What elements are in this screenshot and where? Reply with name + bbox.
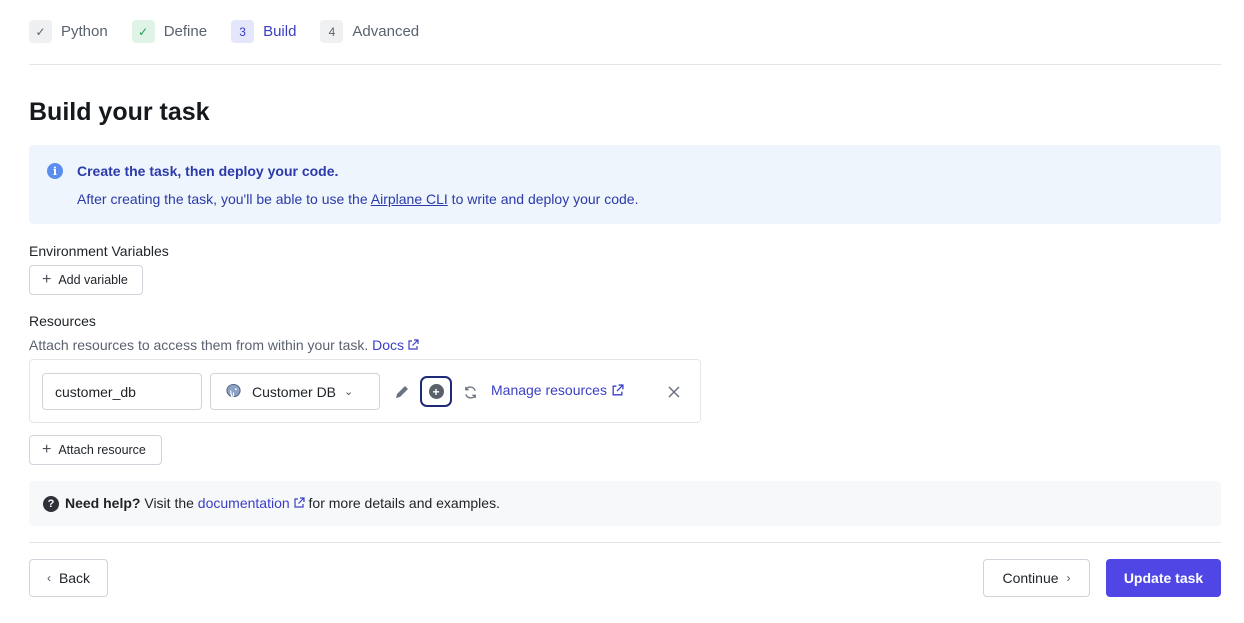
plus-circle-icon: +: [428, 384, 444, 399]
edit-icon[interactable]: [392, 382, 412, 402]
documentation-label: documentation: [197, 495, 290, 511]
airplane-cli-link[interactable]: Airplane CLI: [371, 191, 448, 207]
info-banner: i Create the task, then deploy your code…: [29, 145, 1221, 224]
add-variable-button[interactable]: + Add variable: [29, 265, 143, 295]
resources-label: Resources: [29, 313, 96, 329]
divider: [29, 64, 1221, 65]
check-icon: ✓: [131, 20, 155, 43]
documentation-link[interactable]: documentation: [198, 495, 305, 511]
continue-button[interactable]: Continue ›: [983, 559, 1090, 597]
update-task-label: Update task: [1123, 570, 1204, 586]
banner-title: Create the task, then deploy your code.: [77, 163, 339, 179]
resources-subtext: Attach resources to access them from wit…: [29, 337, 419, 353]
docs-label: Docs: [372, 337, 405, 353]
stepper: ✓ Python ✓ Define 3 Build 4 Advanced: [29, 20, 443, 43]
attach-resource-button[interactable]: + Attach resource: [29, 435, 162, 465]
page-title: Build your task: [29, 98, 210, 126]
resources-description: Attach resources to access them from wit…: [29, 337, 369, 353]
update-task-button[interactable]: Update task: [1106, 559, 1221, 597]
step-advanced[interactable]: 4 Advanced: [320, 20, 419, 43]
chevron-right-icon: ›: [1066, 571, 1071, 585]
step-label: Build: [263, 23, 297, 40]
add-variable-label: Add variable: [58, 273, 128, 287]
add-resource-icon[interactable]: +: [420, 376, 452, 407]
remove-resource-icon[interactable]: [664, 382, 684, 402]
check-icon: ✓: [29, 20, 52, 43]
divider: [29, 542, 1221, 543]
external-link-icon: [612, 383, 624, 395]
env-vars-label: Environment Variables: [29, 243, 169, 259]
resource-select[interactable]: Customer DB ⌄: [210, 373, 380, 410]
step-label: Define: [163, 23, 208, 40]
help-before: Visit the: [140, 495, 198, 511]
plus-icon: +: [42, 441, 52, 458]
manage-resources-link[interactable]: Manage resources: [491, 382, 624, 398]
resource-row: Customer DB ⌄ + Manage resources: [29, 359, 701, 423]
continue-label: Continue: [1002, 570, 1059, 586]
refresh-icon[interactable]: [460, 382, 480, 402]
info-icon: i: [47, 163, 63, 179]
banner-text: to write and deploy your code.: [447, 191, 639, 207]
external-link-icon: [408, 339, 419, 350]
back-button[interactable]: ‹ Back: [29, 559, 108, 597]
docs-link[interactable]: Docs: [372, 337, 419, 353]
back-label: Back: [58, 570, 91, 586]
banner-body: After creating the task, you'll be able …: [77, 191, 638, 207]
chevron-left-icon: ‹: [46, 571, 51, 585]
chevron-down-icon: ⌄: [344, 386, 354, 398]
manage-resources-label: Manage resources: [491, 382, 607, 398]
step-python[interactable]: ✓ Python: [29, 20, 108, 43]
help-text: Need help? Visit the documentation for m…: [65, 495, 500, 511]
banner-text: After creating the task, you'll be able …: [77, 191, 371, 207]
plus-icon: +: [42, 271, 52, 288]
step-build[interactable]: 3 Build: [231, 20, 296, 43]
selected-resource: Customer DB: [252, 383, 337, 400]
step-label: Python: [61, 23, 108, 40]
question-icon: ?: [43, 496, 59, 512]
external-link-icon: [294, 497, 305, 508]
help-box: ? Need help? Visit the documentation for…: [29, 481, 1221, 526]
help-bold: Need help?: [65, 495, 141, 511]
help-after: for more details and examples.: [304, 495, 500, 511]
step-number: 3: [231, 20, 255, 43]
step-label: Advanced: [352, 23, 420, 40]
attach-resource-label: Attach resource: [58, 443, 146, 457]
postgres-icon: [226, 383, 241, 398]
step-number: 4: [320, 20, 344, 43]
step-define[interactable]: ✓ Define: [131, 20, 208, 43]
resource-alias-input[interactable]: [42, 373, 202, 410]
